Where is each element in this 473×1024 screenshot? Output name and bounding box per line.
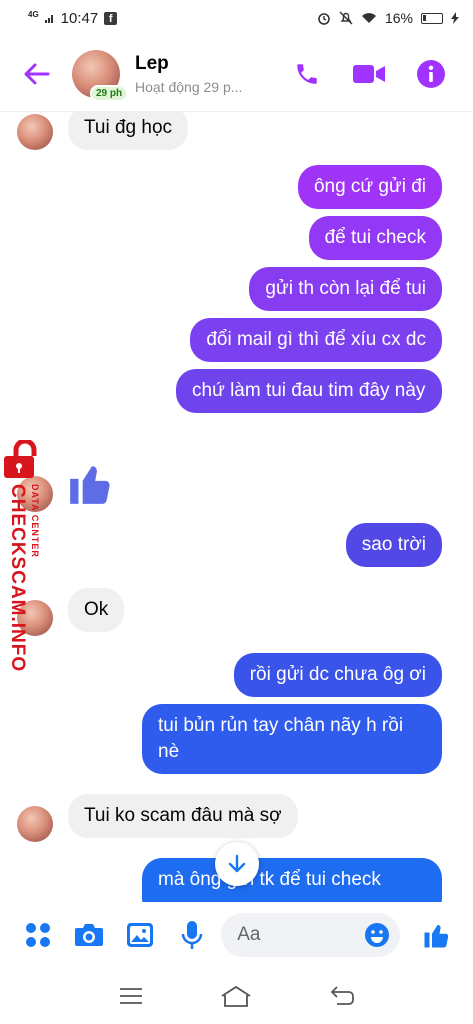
message-bubble-sent[interactable]: tui bủn rủn tay chân nãy h rồi nè	[142, 704, 442, 774]
message-bubble-sent[interactable]: sao trời	[345, 523, 442, 567]
camera-button[interactable]	[73, 919, 104, 951]
back-button[interactable]	[20, 57, 54, 91]
facebook-notification-icon: f	[104, 11, 118, 25]
video-camera-icon	[353, 64, 385, 83]
active-time-badge: 29 ph	[90, 84, 129, 102]
contact-avatar[interactable]: 29 ph	[72, 49, 129, 102]
mute-icon	[339, 11, 353, 25]
charging-icon	[451, 12, 459, 24]
sender-avatar	[17, 476, 53, 512]
back-arrow-icon	[24, 63, 50, 84]
scroll-to-bottom-button[interactable]	[215, 842, 259, 886]
sender-avatar	[17, 806, 53, 842]
contact-info[interactable]: Lep Hoạt động 29 p...	[135, 53, 242, 95]
status-bar: 4G 10:47 f 16%	[0, 0, 473, 36]
thumbs-up-icon	[70, 466, 110, 504]
emoji-icon[interactable]	[364, 922, 390, 948]
message-input[interactable]: Aa	[221, 913, 400, 957]
battery-icon	[421, 12, 443, 24]
message-bubble-sent[interactable]: đổi mail gì thì để xíu cx dc	[190, 318, 442, 362]
send-like-button[interactable]	[422, 919, 453, 951]
message-input-placeholder: Aa	[237, 924, 261, 945]
voice-message-button[interactable]	[176, 919, 207, 951]
message-list[interactable]: Tui đg học ông cứ gửi đi để tui check gử…	[0, 112, 473, 902]
message-bubble-received[interactable]: Tui đg học	[68, 112, 189, 150]
menu-dots-icon	[25, 923, 50, 947]
recents-icon[interactable]	[119, 987, 143, 1005]
contact-name: Lep	[135, 52, 169, 74]
message-bubble-sent[interactable]: chứ làm tui đau tim đây này	[176, 369, 442, 413]
more-actions-button[interactable]	[22, 919, 53, 951]
message-bubble-sent[interactable]: để tui check	[308, 216, 442, 260]
system-navigation-bar	[0, 968, 473, 1024]
contact-status: Hoạt động 29 p...	[135, 78, 243, 95]
conversation-header: 29 ph Lep Hoạt động 29 p...	[0, 36, 473, 112]
info-button[interactable]	[411, 54, 451, 94]
sender-avatar	[17, 114, 53, 150]
back-icon[interactable]	[329, 986, 355, 1006]
message-bubble-received[interactable]: Ok	[68, 588, 125, 632]
gallery-button[interactable]	[125, 919, 156, 951]
home-icon[interactable]	[220, 985, 252, 1007]
arrow-down-icon	[228, 854, 246, 873]
microphone-icon	[181, 921, 202, 949]
battery-percent: 16%	[384, 10, 413, 26]
like-sticker[interactable]	[66, 457, 116, 514]
message-bubble-sent[interactable]: rồi gửi dc chưa ôg ơi	[233, 653, 442, 697]
sender-avatar	[17, 600, 53, 636]
network-indicator: 4G	[28, 10, 39, 19]
info-icon	[417, 59, 445, 88]
camera-icon	[74, 924, 103, 946]
message-bubble-sent[interactable]: ông cứ gửi đi	[297, 165, 442, 209]
status-time: 10:47	[60, 9, 99, 27]
message-bubble-sent[interactable]: mà ông gửi tk để tui check	[142, 858, 442, 902]
thumbs-up-icon	[424, 924, 449, 948]
video-call-button[interactable]	[349, 54, 389, 94]
alarm-icon	[318, 13, 330, 25]
message-bubble-received[interactable]: Tui ko scam đâu mà sợ	[68, 794, 298, 838]
voice-call-button[interactable]	[287, 54, 327, 94]
wifi-icon	[361, 13, 376, 23]
message-composer: Aa	[0, 902, 473, 968]
signal-icon	[44, 15, 53, 23]
image-icon	[127, 923, 154, 947]
phone-icon	[297, 63, 317, 84]
message-bubble-sent[interactable]: gửi th còn lại để tui	[249, 267, 442, 311]
